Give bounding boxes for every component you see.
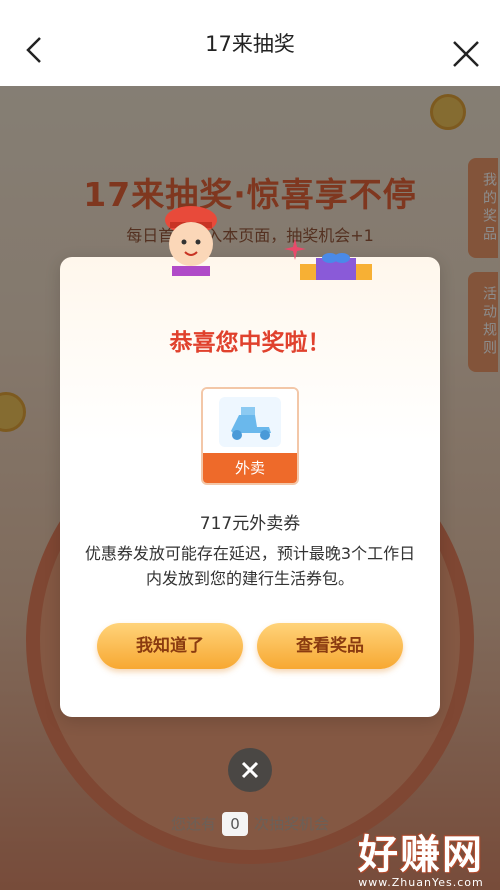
modal-title: 恭喜您中奖啦！: [169, 330, 331, 356]
view-prize-button[interactable]: 查看奖品: [257, 623, 403, 669]
scooter-icon: [219, 397, 281, 447]
gift-icon: [300, 253, 372, 280]
watermark-url: www.ZhuanYes.com: [358, 876, 484, 889]
prize-modal: 恭喜您中奖啦！ 外卖 717元外卖券 优惠券发放可能存在延迟，预计最晚3个工作日…: [60, 257, 440, 717]
close-icon[interactable]: [450, 38, 482, 70]
got-it-button[interactable]: 我知道了: [97, 623, 243, 669]
draws-prefix: 您还有: [170, 815, 216, 833]
prize-icon-card: 外卖: [201, 387, 299, 485]
prize-description: 优惠券发放可能存在延迟，预计最晚3个工作日内发放到您的建行生活券包。: [84, 544, 416, 588]
close-icon: [241, 761, 259, 779]
draws-suffix: 次抽奖机会: [254, 815, 330, 833]
site-watermark: 好赚网 www.ZhuanYes.com: [358, 822, 484, 889]
draws-count: 0: [222, 812, 248, 836]
mascot-icon: [165, 206, 217, 276]
watermark-text: 好赚网: [358, 832, 484, 878]
nav-bar: 17来抽奖: [0, 0, 500, 86]
modal-close-button[interactable]: [228, 748, 272, 792]
back-icon[interactable]: [20, 35, 50, 65]
prize-category-label: 外卖: [203, 453, 297, 483]
prize-name: 717元外卖券: [199, 514, 301, 534]
page-title: 17来抽奖: [205, 32, 295, 56]
